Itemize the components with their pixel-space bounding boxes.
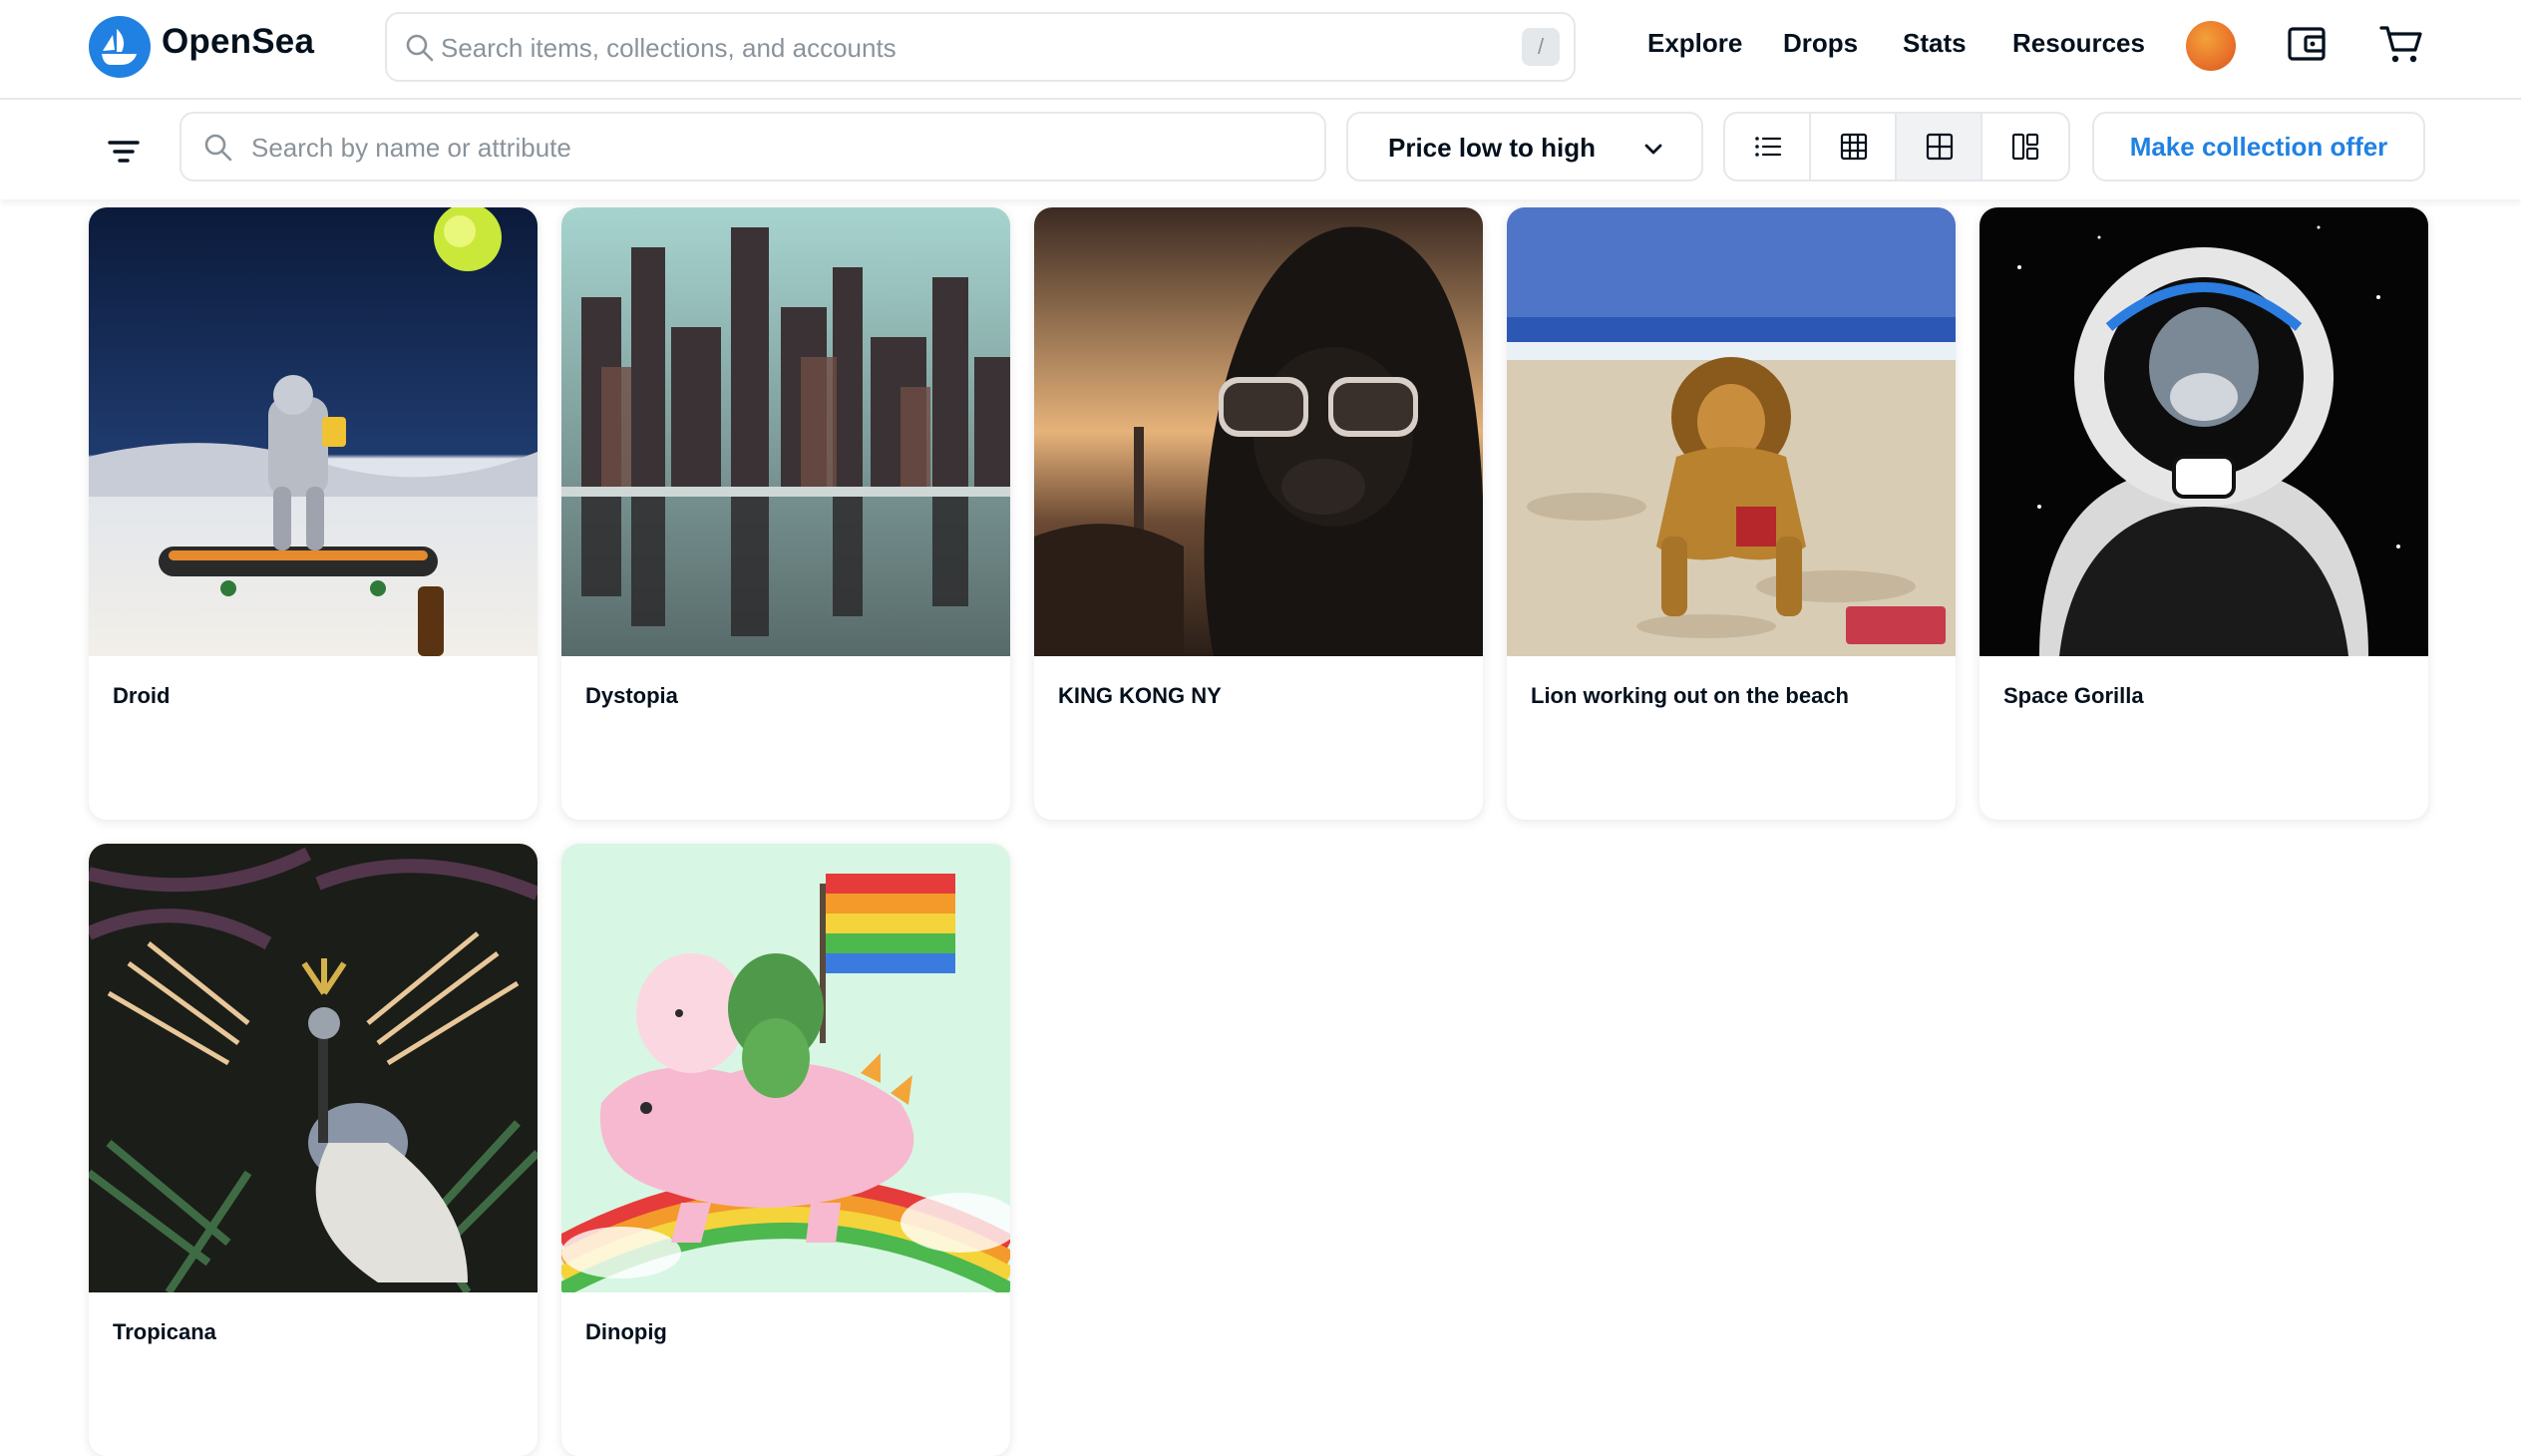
grid-large-icon [1926, 133, 1954, 161]
item-card[interactable]: Dystopia [561, 207, 1010, 820]
list-view-icon [1755, 137, 1782, 157]
nav-explore[interactable]: Explore [1647, 28, 1742, 59]
make-collection-offer-button[interactable]: Make collection offer [2092, 112, 2425, 182]
top-header: OpenSea / Explore Drops Stats Resources [0, 0, 2521, 100]
search-shortcut-key: / [1522, 28, 1560, 66]
search-icon [406, 34, 434, 62]
sort-selected-label: Price low to high [1388, 133, 1597, 163]
filter-toggle-icon[interactable] [106, 134, 142, 170]
item-card[interactable]: Dinopig [561, 844, 1010, 1456]
item-name: Space Gorilla [2003, 683, 2144, 708]
item-image[interactable] [1980, 207, 2428, 656]
view-grid-large-button[interactable] [1897, 114, 1982, 180]
profile-avatar[interactable] [2186, 21, 2236, 71]
attribute-search[interactable] [180, 112, 1326, 182]
item-image[interactable] [89, 207, 538, 656]
item-card[interactable]: Droid [89, 207, 538, 820]
global-search-input[interactable] [439, 24, 1440, 72]
item-card[interactable]: Space Gorilla [1980, 207, 2428, 820]
search-icon [204, 134, 232, 162]
cart-icon[interactable] [2377, 20, 2425, 68]
item-name: KING KONG NY [1058, 683, 1222, 708]
item-name: Lion working out on the beach [1531, 683, 1849, 708]
opensea-logo-icon[interactable] [89, 16, 151, 78]
collection-toolbar: Price low to high [0, 100, 2521, 199]
view-grid-small-button[interactable] [1811, 114, 1897, 180]
attribute-search-input[interactable] [249, 124, 1290, 172]
item-name: Droid [113, 683, 171, 708]
wallet-icon[interactable] [2284, 20, 2332, 68]
item-card[interactable]: Tropicana [89, 844, 538, 1456]
nav-resources[interactable]: Resources [2012, 28, 2145, 59]
view-masonry-button[interactable] [1982, 114, 2068, 180]
item-name: Tropicana [113, 1319, 216, 1344]
sort-dropdown[interactable]: Price low to high [1346, 112, 1703, 182]
item-card[interactable]: KING KONG NY [1034, 207, 1483, 820]
item-image[interactable] [561, 844, 1010, 1292]
brand-name[interactable]: OpenSea [162, 22, 314, 62]
view-mode-toggle [1723, 112, 2070, 182]
item-image[interactable] [561, 207, 1010, 656]
nav-drops[interactable]: Drops [1783, 28, 1858, 59]
item-image[interactable] [1034, 207, 1483, 656]
view-list-button[interactable] [1725, 114, 1811, 180]
item-image[interactable] [1507, 207, 1956, 656]
item-name: Dystopia [585, 683, 678, 708]
chevron-down-icon [1644, 144, 1662, 155]
global-search[interactable]: / [385, 12, 1576, 82]
nav-stats[interactable]: Stats [1903, 28, 1967, 59]
item-card[interactable]: Lion working out on the beach [1507, 207, 1956, 820]
item-image[interactable] [89, 844, 538, 1292]
item-name: Dinopig [585, 1319, 667, 1344]
grid-small-icon [1840, 133, 1868, 161]
grid-masonry-icon [2011, 133, 2039, 161]
